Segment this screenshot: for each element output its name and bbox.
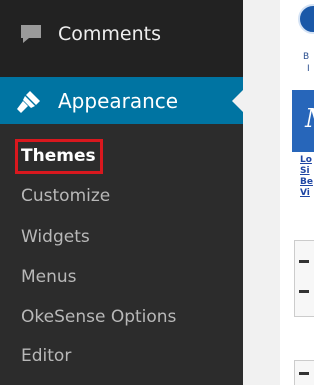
wp-admin-screen: Comments Appearance Themes Customize Wid… [0,0,314,385]
preview-text-line [299,260,309,263]
submenu-item-widgets[interactable]: Widgets [21,227,90,247]
themes-highlight-box [15,139,103,174]
preview-banner-letter: M [305,104,314,134]
submenu-item-menus[interactable]: Menus [21,267,77,287]
preview-header-text-1: B [303,52,310,62]
submenu-item-customize[interactable]: Customize [21,186,110,206]
theme-preview[interactable]: B I M Lo Si Be Vi [280,0,314,385]
preview-text-line [299,372,309,375]
preview-link[interactable]: Si [300,166,310,176]
preview-link[interactable]: Be [300,177,313,187]
preview-widget-box [294,240,314,317]
admin-sidebar: Comments Appearance Themes Customize Wid… [0,0,243,385]
preview-header-text-2: I [307,64,310,74]
content-gutter [243,0,280,385]
menu-item-comments-label: Comments [58,23,161,45]
preview-link[interactable]: Lo [300,155,312,165]
submenu-item-editor[interactable]: Editor [21,346,71,366]
current-menu-pointer [232,90,243,112]
paintbrush-icon [17,91,40,113]
preview-link[interactable]: Vi [300,188,310,198]
submenu-item-okesense-options[interactable]: OkeSense Options [21,307,176,327]
menu-item-comments[interactable]: Comments [0,13,243,55]
menu-item-appearance-label: Appearance [58,88,179,113]
speech-bubble-icon [21,25,41,43]
menu-item-appearance[interactable]: Appearance [0,77,243,124]
preview-text-line [299,290,309,293]
